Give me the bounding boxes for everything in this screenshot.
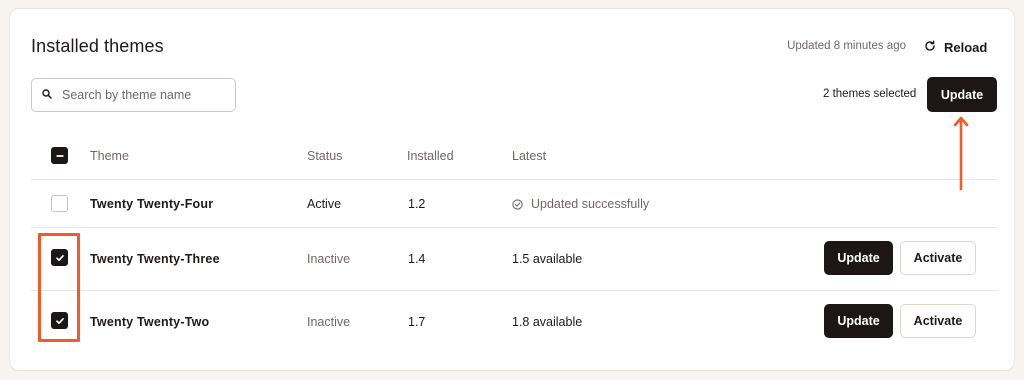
annotation-arrow-icon: [953, 116, 969, 191]
select-all-checkbox[interactable]: [51, 147, 68, 164]
search-field[interactable]: [31, 78, 236, 112]
update-button[interactable]: Update: [824, 241, 893, 275]
column-header-status[interactable]: Status: [307, 149, 342, 163]
search-input[interactable]: [62, 88, 212, 102]
update-button[interactable]: Update: [824, 304, 893, 338]
installed-themes-card: Installed themes Updated 8 minutes ago R…: [9, 8, 1015, 371]
bulk-update-button[interactable]: Update: [927, 77, 997, 112]
theme-installed-version: 1.4: [408, 252, 426, 266]
column-header-installed[interactable]: Installed: [407, 149, 454, 163]
theme-name: Twenty Twenty-Four: [90, 197, 214, 211]
activate-button[interactable]: Activate: [900, 241, 976, 275]
theme-name: Twenty Twenty-Two: [90, 315, 210, 329]
latest-status: Updated successfully: [512, 197, 649, 211]
divider: [31, 179, 997, 180]
activate-button[interactable]: Activate: [900, 304, 976, 338]
theme-installed-version: 1.2: [408, 197, 426, 211]
selected-count-text: 2 themes selected: [823, 88, 917, 100]
page-title: Installed themes: [31, 36, 164, 56]
theme-name: Twenty Twenty-Three: [90, 252, 220, 266]
reload-icon: [924, 40, 936, 55]
row-checkbox[interactable]: [51, 195, 68, 212]
latest-version: 1.8 available: [512, 315, 583, 329]
check-circle-icon: [512, 198, 523, 210]
column-header-theme[interactable]: Theme: [90, 149, 129, 163]
search-icon: [42, 86, 52, 104]
theme-status: Inactive: [307, 252, 351, 266]
reload-label: Reload: [944, 39, 988, 55]
latest-status-label: Updated successfully: [531, 197, 650, 211]
theme-status: Active: [307, 197, 342, 211]
column-header-latest[interactable]: Latest: [512, 149, 546, 163]
theme-status: Inactive: [307, 315, 351, 329]
divider: [31, 290, 997, 291]
selected-checkboxes-highlight: [38, 233, 80, 342]
latest-version: 1.5 available: [512, 252, 583, 266]
divider: [31, 227, 997, 228]
minus-icon: [55, 151, 65, 161]
reload-button[interactable]: Reload: [924, 37, 987, 57]
last-updated-text: Updated 8 minutes ago: [787, 40, 906, 52]
theme-installed-version: 1.7: [408, 315, 426, 329]
